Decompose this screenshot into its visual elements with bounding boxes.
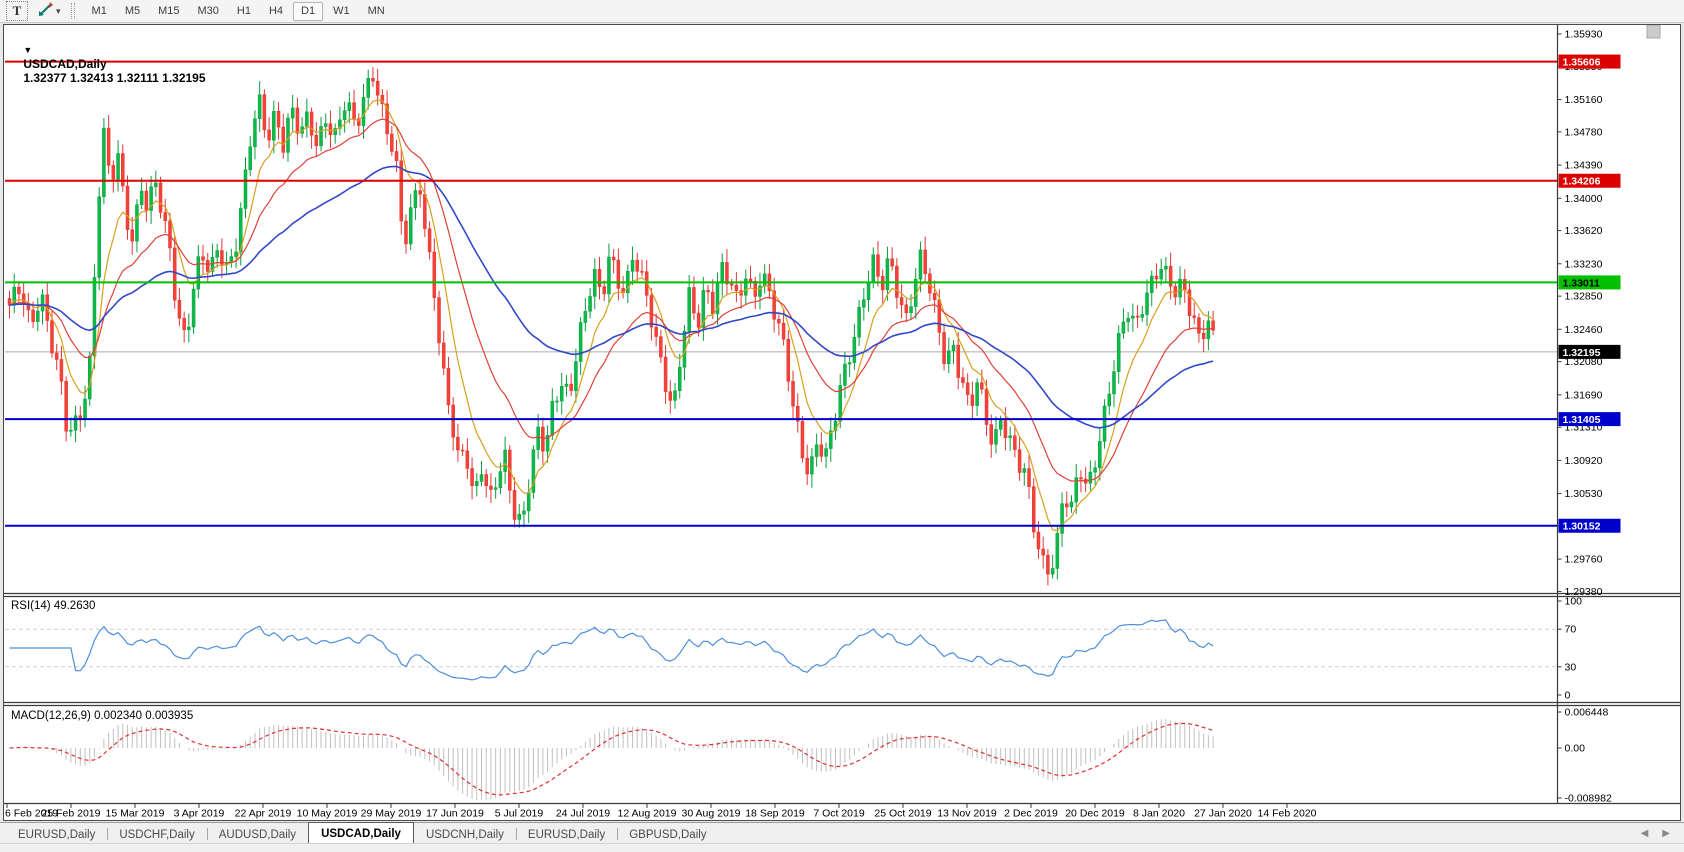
date-axis-label: 2 Dec 2019 <box>1004 808 1058 820</box>
timeframe-button-h4[interactable]: H4 <box>261 2 291 21</box>
svg-text:100: 100 <box>1565 596 1583 608</box>
svg-text:1.32850: 1.32850 <box>1565 291 1603 303</box>
timeframe-button-m30[interactable]: M30 <box>190 2 227 21</box>
date-axis-label: 3 Apr 2019 <box>174 808 225 820</box>
top-toolbar: T ▾ M1 M5 M15 M30 H1 H4 D1 W1 MN <box>0 0 1684 23</box>
svg-text:1.31405: 1.31405 <box>1563 414 1601 426</box>
chart-window: 1.359301.355501.351601.347801.343901.340… <box>3 24 1681 821</box>
chart-canvas[interactable]: 1.359301.355501.351601.347801.343901.340… <box>4 24 1680 820</box>
svg-text:30: 30 <box>1565 661 1577 673</box>
svg-text:1.30530: 1.30530 <box>1565 488 1603 500</box>
date-axis-label: 10 May 2019 <box>297 808 358 820</box>
symbol-tab-usdcad-3[interactable]: USDCAD,Daily <box>308 822 414 843</box>
text-tool-button[interactable]: T <box>6 1 28 21</box>
svg-text:1.35160: 1.35160 <box>1565 94 1603 106</box>
timeframe-button-m5[interactable]: M5 <box>117 2 148 21</box>
svg-text:0: 0 <box>1565 690 1571 702</box>
svg-text:1.30152: 1.30152 <box>1563 521 1601 533</box>
moving-average-21 <box>9 118 1214 482</box>
svg-text:1.33011: 1.33011 <box>1563 277 1601 289</box>
symbol-tab-audusd-2[interactable]: AUDUSD,Daily <box>206 824 308 843</box>
svg-text:1.32195: 1.32195 <box>1563 347 1601 359</box>
svg-text:1.32460: 1.32460 <box>1565 324 1603 336</box>
symbol-tab-eurusd-0[interactable]: EURUSD,Daily <box>6 824 107 843</box>
date-axis-label: 25 Feb 2019 <box>42 808 101 820</box>
symbol-tab-gbpusd-6[interactable]: GBPUSD,Daily <box>617 824 718 843</box>
moving-average-8 <box>9 99 1214 532</box>
date-axis-label: 14 Feb 2020 <box>1258 808 1317 820</box>
tab-scroll-arrows: ◀ ▶ <box>1641 823 1670 843</box>
svg-text:1.35930: 1.35930 <box>1565 29 1603 41</box>
chart-scroll-nub <box>1646 24 1661 39</box>
svg-text:70: 70 <box>1565 624 1577 636</box>
date-axis-label: 20 Dec 2019 <box>1065 808 1125 820</box>
date-axis-label: 22 Apr 2019 <box>235 808 292 820</box>
date-axis-label: 27 Jan 2020 <box>1194 808 1252 820</box>
status-bar <box>0 843 1684 852</box>
svg-text:1.35606: 1.35606 <box>1563 57 1601 69</box>
date-axis-label: 25 Oct 2019 <box>874 808 931 820</box>
symbol-tab-usdcnh-4[interactable]: USDCNH,Daily <box>414 824 516 843</box>
svg-text:1.33620: 1.33620 <box>1565 225 1603 237</box>
date-axis-label: 30 Aug 2019 <box>682 808 741 820</box>
svg-text:1.34206: 1.34206 <box>1563 176 1601 188</box>
date-axis-label: 24 Jul 2019 <box>556 808 610 820</box>
macd-signal-line <box>9 722 1214 796</box>
tab-scroll-left-icon[interactable]: ◀ <box>1641 828 1649 839</box>
svg-text:1.31690: 1.31690 <box>1565 389 1603 401</box>
date-axis-label: 29 May 2019 <box>361 808 422 820</box>
timeframe-buttons: M1 M5 M15 M30 H1 H4 D1 W1 MN <box>83 1 394 21</box>
svg-text:1.34000: 1.34000 <box>1565 193 1603 205</box>
timeframe-button-d1[interactable]: D1 <box>293 1 324 21</box>
date-axis-label: 17 Jun 2019 <box>426 808 484 820</box>
date-axis-label: 7 Oct 2019 <box>813 808 865 820</box>
svg-text:0.006448: 0.006448 <box>1565 707 1609 719</box>
symbol-tab-eurusd-5[interactable]: EURUSD,Daily <box>515 824 617 843</box>
date-axis-label: 5 Jul 2019 <box>495 808 544 820</box>
svg-text:-0.008982: -0.008982 <box>1565 793 1612 805</box>
chart-tools-button[interactable]: ▾ <box>38 1 61 22</box>
svg-text:1.29760: 1.29760 <box>1565 554 1603 566</box>
date-axis-label: 15 Mar 2019 <box>106 808 165 820</box>
date-axis-label: 18 Sep 2019 <box>745 808 805 820</box>
timeframe-button-w1[interactable]: W1 <box>325 2 358 21</box>
macd-histogram <box>13 719 1214 800</box>
timeframe-button-h1[interactable]: H1 <box>229 2 259 21</box>
svg-text:1.30920: 1.30920 <box>1565 455 1603 467</box>
svg-text:1.34390: 1.34390 <box>1565 160 1603 172</box>
timeframe-button-m1[interactable]: M1 <box>84 2 115 21</box>
svg-text:0.00: 0.00 <box>1565 743 1586 755</box>
candles-layer <box>7 67 1215 586</box>
svg-text:1.33230: 1.33230 <box>1565 258 1603 270</box>
text-tool-icon: T <box>12 3 22 18</box>
toolbar-grip <box>70 3 75 19</box>
timeframe-button-mn[interactable]: MN <box>360 2 393 21</box>
date-axis-label: 8 Jan 2020 <box>1133 808 1185 820</box>
tab-scroll-right-icon[interactable]: ▶ <box>1662 828 1670 839</box>
date-axis-label: 12 Aug 2019 <box>618 808 677 820</box>
svg-text:1.34780: 1.34780 <box>1565 126 1603 138</box>
symbol-tab-usdchf-1[interactable]: USDCHF,Daily <box>107 824 206 843</box>
symbol-tab-bar: EURUSD,Daily USDCHF,Daily AUDUSD,Daily USDC… <box>0 822 1684 843</box>
date-axis-label: 13 Nov 2019 <box>937 808 997 820</box>
timeframe-button-m15[interactable]: M15 <box>150 2 187 21</box>
chart-tools-icon <box>38 1 54 22</box>
chevron-down-icon: ▾ <box>56 5 61 16</box>
